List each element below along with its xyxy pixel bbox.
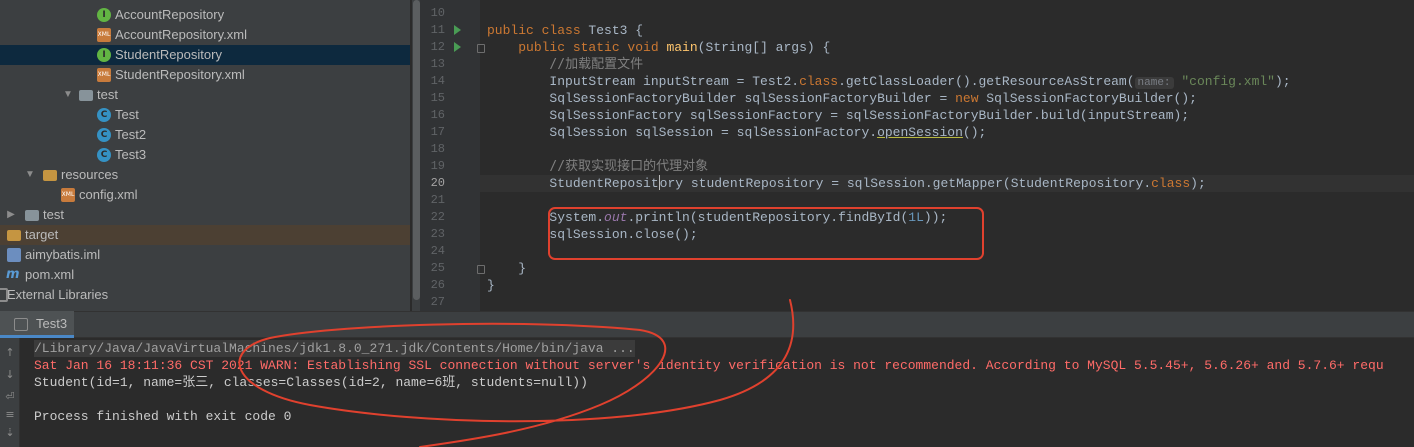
down-arrow-icon[interactable]: ↓: [3, 368, 17, 382]
tree-item-target[interactable]: target: [0, 225, 410, 245]
run-main-icon[interactable]: [454, 42, 461, 52]
line-number: 10: [430, 6, 445, 20]
chevron-down-icon[interactable]: ▼: [24, 165, 36, 185]
interface-icon: I: [97, 48, 111, 62]
tree-item-studentrepository[interactable]: I StudentRepository: [0, 45, 410, 65]
chevron-right-icon[interactable]: ▶: [5, 205, 17, 225]
console-command-line[interactable]: /Library/Java/JavaVirtualMachines/jdk1.8…: [34, 340, 635, 357]
run-tool-window-header: [0, 311, 1414, 338]
line-number: 22: [430, 210, 445, 224]
line-number: 21: [430, 193, 445, 207]
console-exit-line: Process finished with exit code 0: [34, 409, 292, 424]
line-number: 18: [430, 142, 445, 156]
tree-item-test-root[interactable]: ▶ test: [0, 205, 410, 225]
tree-item-config-xml[interactable]: XML config.xml: [0, 185, 410, 205]
tree-item-external-libraries[interactable]: External Libraries: [0, 285, 410, 305]
tree-item-studentrepository-xml[interactable]: XML StudentRepository.xml: [0, 65, 410, 85]
line-number: 16: [430, 108, 445, 122]
xml-file-icon: XML: [61, 188, 75, 202]
class-icon: C: [97, 108, 111, 122]
line-number: 24: [430, 244, 445, 258]
folder-icon: [79, 90, 93, 101]
line-number: 14: [430, 74, 445, 88]
tree-item-test-folder[interactable]: ▼ test: [0, 85, 410, 105]
class-icon: C: [97, 128, 111, 142]
code-line-16: SqlSessionFactory sqlSessionFactory = sq…: [549, 108, 1190, 123]
resources-folder-icon: [43, 170, 57, 181]
line-number: 13: [430, 57, 445, 71]
line-number: 15: [430, 91, 445, 105]
code-line-26: }: [487, 278, 495, 293]
run-side-toolbar: ↑ ↓ ⏎ ≡ ⇣: [0, 338, 20, 447]
fold-icon[interactable]: [477, 44, 485, 53]
line-number: 19: [430, 159, 445, 173]
folder-icon: [25, 210, 39, 221]
tree-item-pom-xml[interactable]: m pom.xml: [0, 265, 410, 285]
scroll-to-end-icon[interactable]: ⇣: [3, 426, 17, 440]
line-number: 25: [430, 261, 445, 275]
console-warning-line: Sat Jan 16 18:11:36 CST 2021 WARN: Estab…: [34, 358, 1384, 373]
annotation-rectangle: [548, 207, 984, 260]
run-class-icon[interactable]: [454, 25, 461, 35]
line-number: 11: [430, 23, 445, 37]
maven-icon: m: [6, 267, 20, 282]
tree-item-test2-class[interactable]: C Test2: [0, 125, 410, 145]
xml-file-icon: XML: [97, 28, 111, 42]
line-number-current: 20: [430, 176, 445, 190]
line-number: 17: [430, 125, 445, 139]
code-line-13: //加载配置文件: [549, 57, 644, 72]
code-line-20: StudentRepository studentRepository = sq…: [549, 175, 1206, 191]
interface-icon: I: [97, 8, 111, 22]
code-line-17: SqlSession sqlSession = sqlSessionFactor…: [549, 125, 987, 140]
folder-icon: [7, 230, 21, 241]
line-number: 12: [430, 40, 445, 54]
line-number: 23: [430, 227, 445, 241]
line-number: 27: [430, 295, 445, 309]
tree-item-aimybatis-iml[interactable]: aimybatis.iml: [0, 245, 410, 265]
tree-item-accountrepository[interactable]: I AccountRepository: [0, 5, 410, 25]
up-arrow-icon[interactable]: ↑: [3, 346, 17, 360]
iml-file-icon: [7, 248, 21, 262]
wrap-icon[interactable]: ⏎: [3, 390, 17, 404]
class-icon: C: [97, 148, 111, 162]
tree-scrollbar-thumb[interactable]: [413, 0, 420, 300]
code-line-19: //获取实现接口的代理对象: [549, 159, 709, 174]
code-line-15: SqlSessionFactoryBuilder sqlSessionFacto…: [549, 91, 1197, 106]
line-number: 26: [430, 278, 445, 292]
tree-item-test3-class[interactable]: C Test3: [0, 145, 410, 165]
run-console-icon: [14, 318, 28, 331]
xml-file-icon: XML: [97, 68, 111, 82]
print-icon[interactable]: ≡: [3, 408, 17, 422]
console-output-line: Student(id=1, name=张三, classes=Classes(i…: [34, 375, 588, 390]
tree-item-test-class[interactable]: C Test: [0, 105, 410, 125]
code-line-12: public static void main(String[] args) {: [518, 40, 831, 55]
parameter-hint: name:: [1134, 77, 1174, 89]
tree-item-accountrepository-xml[interactable]: XML AccountRepository.xml: [0, 25, 410, 45]
code-line-11: public class Test3 {: [487, 23, 644, 38]
fold-icon[interactable]: [477, 265, 485, 274]
run-tab-label: Test3: [36, 316, 68, 331]
tree-item-resources[interactable]: ▼ resources: [0, 165, 410, 185]
chevron-down-icon[interactable]: ▼: [62, 85, 74, 105]
project-tree: I AccountRepository XML AccountRepositor…: [0, 0, 410, 311]
code-line-25: }: [518, 261, 527, 276]
